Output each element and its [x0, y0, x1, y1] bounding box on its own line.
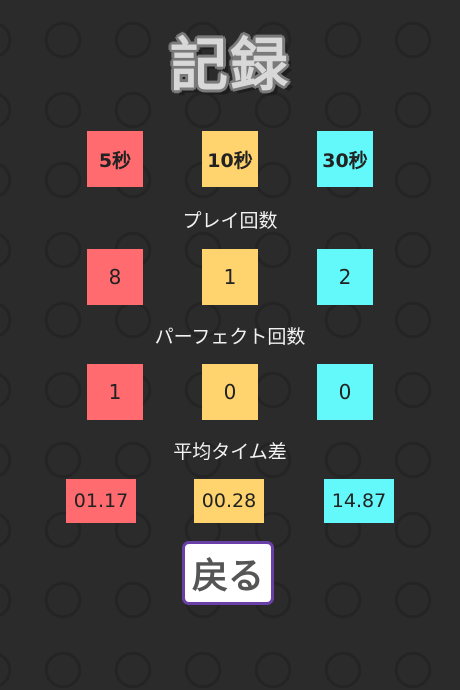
- play-count-30s: 2: [317, 249, 373, 305]
- page-title: 記録: [169, 31, 290, 99]
- play-count-10s: 1: [202, 249, 258, 305]
- perfect-count-10s: 0: [202, 364, 258, 420]
- avg-time-diff-10s: 00.28: [194, 479, 264, 523]
- back-button[interactable]: 戻る: [182, 541, 274, 605]
- mode-5s-header: 5秒: [87, 131, 143, 187]
- perfect-count-row: 1 0 0: [0, 364, 460, 420]
- mode-30s-header: 30秒: [317, 131, 373, 187]
- play-count-row: 8 1 2: [0, 249, 460, 305]
- play-count-5s: 8: [87, 249, 143, 305]
- perfect-count-label: パーフェクト回数: [154, 326, 306, 348]
- mode-header-row: 5秒 10秒 30秒: [0, 131, 460, 187]
- mode-10s-header: 10秒: [202, 131, 258, 187]
- avg-time-diff-5s: 01.17: [66, 479, 136, 523]
- perfect-count-30s: 0: [317, 364, 373, 420]
- play-count-label: プレイ回数: [182, 210, 278, 232]
- avg-time-diff-30s: 14.87: [324, 479, 394, 523]
- avg-time-diff-label: 平均タイム差: [173, 441, 287, 463]
- perfect-count-5s: 1: [87, 364, 143, 420]
- avg-time-diff-row: 01.17 00.28 14.87: [0, 479, 460, 535]
